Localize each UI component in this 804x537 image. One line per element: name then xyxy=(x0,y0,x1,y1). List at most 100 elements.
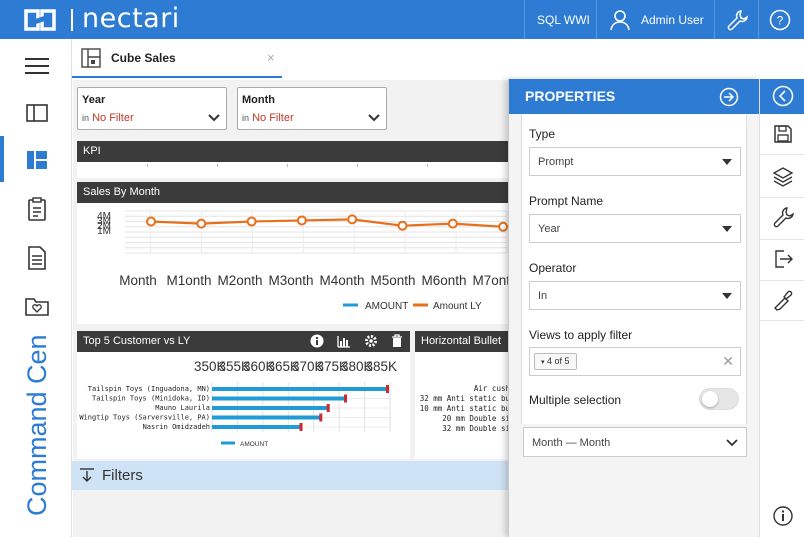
bullet-body: Air cush 32 mm Anti static bu 10 mm Anti… xyxy=(415,352,510,459)
x-tick-label: M5onth xyxy=(370,273,415,288)
report-icon[interactable] xyxy=(24,245,50,271)
dashboard-icon[interactable] xyxy=(24,147,50,173)
caret-down-icon xyxy=(722,293,732,299)
x-tick-label: M6onth xyxy=(421,273,466,288)
bar-chart-icon[interactable] xyxy=(337,335,351,348)
server-selector[interactable]: SQL WWI xyxy=(537,13,590,27)
category-label: Wingtip Toys (Sarversville, PA) xyxy=(79,414,210,422)
help-icon[interactable]: ? xyxy=(769,9,791,31)
kpi-body xyxy=(77,162,510,178)
sales-by-month-body: 4M 3M 2M 1M Month M1onth M2onth M3onth M4onth M5o… xyxy=(77,203,518,324)
multiple-selection-label: Multiple selection xyxy=(529,393,622,407)
arrow-right-circle-icon[interactable] xyxy=(719,87,739,107)
hamburger-menu-icon[interactable] xyxy=(24,53,50,79)
month-filter[interactable]: Month in No Filter xyxy=(237,87,387,130)
active-indicator xyxy=(0,136,4,182)
brand-name: nectari xyxy=(82,3,180,34)
bullet-label: 32 mm Anti static bu xyxy=(419,394,510,403)
type-select[interactable]: Prompt xyxy=(529,147,741,176)
x-tick-label: M7onth xyxy=(472,273,510,288)
views-chip-text: 4 of 5 xyxy=(547,356,570,366)
views-select[interactable]: ▾ 4 of 5 ✕ xyxy=(529,347,741,376)
ly-marker xyxy=(319,413,323,422)
bullet-labels: Air cush 32 mm Anti static bu 10 mm Anti… xyxy=(420,384,510,434)
data-point xyxy=(397,220,408,231)
views-label: Views to apply filter xyxy=(529,328,633,342)
tab-cube-sales[interactable]: Cube Sales × xyxy=(72,39,282,78)
eyedropper-icon[interactable] xyxy=(772,289,794,311)
info-icon[interactable] xyxy=(310,334,324,348)
prompt-name-label: Prompt Name xyxy=(529,194,604,208)
x-tick-label: 385K xyxy=(366,359,398,374)
category-label: Tailspin Toys (Inguadona, MN) xyxy=(88,385,210,393)
trash-icon[interactable] xyxy=(391,334,403,348)
rail-collapse-area xyxy=(760,79,804,114)
prompt-name-select[interactable]: Year xyxy=(529,214,741,243)
gear-icon[interactable] xyxy=(364,334,378,348)
tab-label: Cube Sales xyxy=(111,51,176,65)
kpi-tick xyxy=(357,164,358,167)
operator-value: In xyxy=(538,290,548,302)
export-icon[interactable] xyxy=(772,248,794,270)
filter-title: Month xyxy=(242,94,275,106)
wrench-icon[interactable] xyxy=(772,206,794,228)
bullet-label: 32 mm Double si xyxy=(442,424,510,433)
filter-prefix: in xyxy=(82,113,90,123)
x-tick-label: M2onth xyxy=(217,273,262,288)
rail-divider xyxy=(760,280,804,281)
filter-title: Year xyxy=(82,94,106,106)
user-menu[interactable]: Admin User xyxy=(641,13,704,27)
collapse-left-icon[interactable] xyxy=(772,85,794,107)
filter-prefix: in xyxy=(242,113,250,123)
save-icon[interactable] xyxy=(772,123,794,145)
category-label: Tailspin Toys (Minidoka, ID) xyxy=(92,395,210,403)
sales-by-month-chart: 4M3M2M1MMonth M1onth M2onth M3onth M4onth M5o… xyxy=(97,210,518,312)
x-tick-label: M1onth xyxy=(166,273,211,288)
x-tick-label: M3onth xyxy=(268,273,313,288)
views-chip[interactable]: ▾ 4 of 5 xyxy=(534,353,577,370)
caret-down-icon xyxy=(722,159,732,165)
chevron-down-icon xyxy=(726,439,738,447)
legend-label-amount-ly: Amount LY xyxy=(433,301,482,312)
user-icon[interactable] xyxy=(609,9,631,31)
category-label: Nasrin Omidzadeh xyxy=(143,423,210,431)
bullet-label: 20 mm Double si xyxy=(442,414,510,423)
data-point xyxy=(347,214,358,225)
month-field-select[interactable]: Month — Month xyxy=(523,427,747,457)
clipboard-icon[interactable] xyxy=(24,196,50,222)
rail-divider xyxy=(760,197,804,198)
properties-panel: PROPERTIES Type Prompt Prompt Name Year … xyxy=(508,79,761,537)
top5-header: Top 5 Customer vs LY xyxy=(77,331,410,352)
layers-icon[interactable] xyxy=(772,165,794,187)
tab-close-button[interactable]: × xyxy=(267,50,275,65)
right-rail xyxy=(759,79,804,537)
ly-marker xyxy=(344,394,347,403)
legend-label-amount: AMOUNT xyxy=(365,301,408,312)
year-filter[interactable]: Year in No Filter xyxy=(77,87,227,130)
legend-label-amount: AMOUNT xyxy=(240,441,268,448)
clear-icon[interactable]: ✕ xyxy=(722,353,734,370)
top-bar: nectari SQL WWI Admin User ? xyxy=(0,0,804,39)
bar-amount xyxy=(212,406,329,410)
rail-divider xyxy=(760,239,804,240)
kpi-header: KPI xyxy=(77,141,510,162)
divider xyxy=(524,0,525,39)
x-tick-label: M4onth xyxy=(319,273,364,288)
operator-select[interactable]: In xyxy=(529,281,741,310)
top5-body: 350K 355K 360K 365K 370K 375K 380K 385K Tailspin… xyxy=(77,352,410,459)
wrench-icon[interactable] xyxy=(726,9,748,31)
panel-layout-icon[interactable] xyxy=(24,100,50,126)
filter-value: in No Filter xyxy=(242,112,294,124)
kpi-tick xyxy=(217,164,218,167)
filters-label: Filters xyxy=(102,467,143,484)
sidebar-vertical-title: Command Cen xyxy=(22,334,52,516)
arrow-down-icon xyxy=(80,468,94,482)
kpi-tick xyxy=(147,164,148,167)
top5-title: Top 5 Customer vs LY xyxy=(83,335,191,347)
sales-by-month-header: Sales By Month xyxy=(77,182,510,203)
chevron-down-icon xyxy=(368,114,380,122)
multiple-selection-toggle[interactable] xyxy=(699,388,739,410)
info-circle-icon[interactable] xyxy=(772,505,794,527)
filters-bar[interactable]: Filters xyxy=(72,461,512,490)
properties-header: PROPERTIES xyxy=(509,79,761,114)
